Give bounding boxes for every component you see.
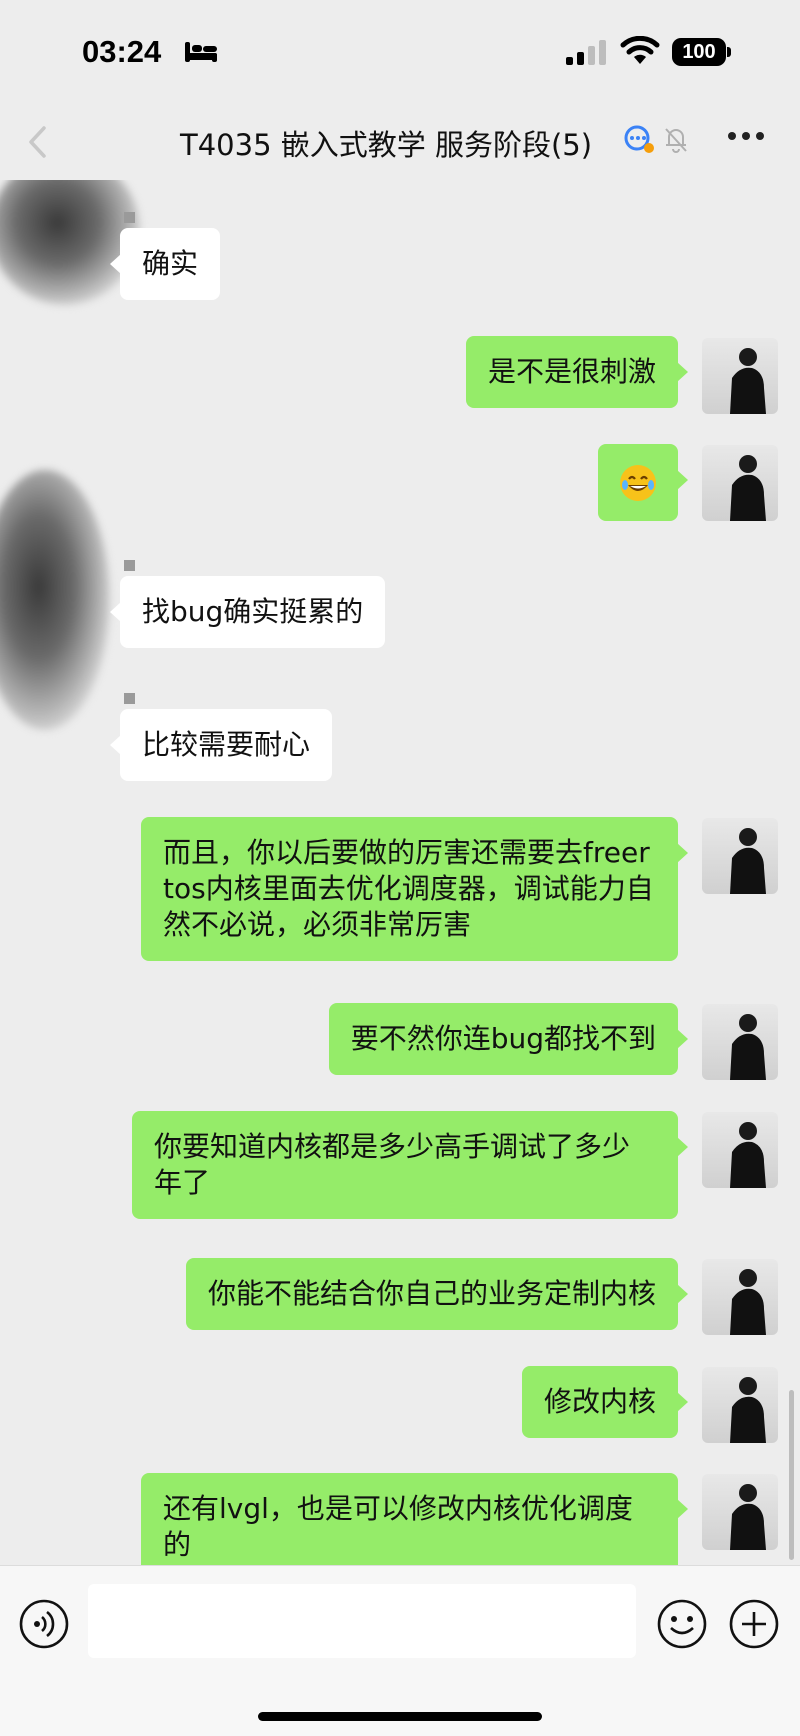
bed-icon	[185, 42, 217, 62]
outgoing-message-bubble[interactable]: 是不是很刺激	[465, 336, 689, 408]
user-avatar[interactable]	[702, 1112, 778, 1188]
back-chevron-icon[interactable]	[26, 124, 50, 160]
outgoing-message-bubble[interactable]: 你能不能结合你自己的业务定制内核	[185, 1258, 689, 1330]
avatar-figure-icon	[730, 1484, 766, 1550]
outgoing-message-bubble[interactable]: 要不然你连bug都找不到	[328, 1003, 689, 1075]
incoming-message-bubble[interactable]: 比较需要耐心	[109, 709, 333, 781]
outgoing-message-bubble[interactable]: 而且，你以后要做的厉害还需要去freertos内核里面去优化调度器，调试能力自然…	[141, 817, 688, 961]
chat-title: T4035 嵌入式教学 服务阶段(5)	[180, 128, 593, 162]
group-chat-icon	[624, 125, 654, 153]
message-input-bar	[0, 1565, 800, 1736]
sender-name-redacted	[124, 212, 135, 223]
user-avatar[interactable]	[702, 1367, 778, 1443]
incoming-message-bubble[interactable]: 确实	[109, 228, 221, 300]
chat-message-list[interactable]: 确实 是不是很刺激 找bug确实挺累的 比较需要耐心 而且，你以后要做的厉害还需…	[0, 180, 800, 1565]
mute-bell-icon	[665, 128, 687, 153]
wifi-icon	[620, 36, 660, 64]
avatar-figure-icon	[730, 1377, 766, 1443]
user-avatar[interactable]	[702, 338, 778, 414]
avatar-figure-icon	[730, 828, 766, 894]
outgoing-message-bubble[interactable]: 修改内核	[521, 1366, 689, 1438]
user-avatar[interactable]	[702, 818, 778, 894]
status-time: 03:24	[82, 34, 162, 69]
outgoing-emoji-bubble[interactable]	[598, 444, 688, 521]
blurred-avatar	[0, 180, 140, 305]
signal-icon	[566, 40, 606, 65]
more-options-icon[interactable]	[726, 130, 766, 142]
emoji-picker-icon[interactable]	[656, 1598, 708, 1650]
outgoing-message-bubble[interactable]: 还有lvgl，也是可以修改内核优化调度的	[141, 1473, 688, 1565]
tears-of-joy-emoji-icon	[620, 465, 656, 501]
home-indicator[interactable]	[258, 1712, 542, 1721]
user-avatar[interactable]	[702, 1259, 778, 1335]
avatar-figure-icon	[730, 348, 766, 414]
chat-header: T4035 嵌入式教学 服务阶段(5)	[0, 100, 800, 180]
status-bar: 03:24 100	[0, 0, 800, 100]
battery-tip	[727, 47, 731, 57]
avatar-figure-icon	[730, 1014, 766, 1080]
scroll-indicator[interactable]	[789, 1390, 794, 1560]
user-avatar[interactable]	[702, 1004, 778, 1080]
voice-input-icon[interactable]	[18, 1598, 70, 1650]
user-avatar[interactable]	[702, 445, 778, 521]
incoming-message-bubble[interactable]: 找bug确实挺累的	[109, 576, 386, 648]
user-avatar[interactable]	[702, 1474, 778, 1550]
avatar-figure-icon	[730, 1122, 766, 1188]
more-functions-plus-icon[interactable]	[728, 1598, 780, 1650]
sender-name-redacted	[124, 693, 135, 704]
sender-name-redacted	[124, 560, 135, 571]
blurred-avatar	[0, 470, 110, 730]
header-status-icons	[622, 124, 691, 158]
message-text-field[interactable]	[88, 1584, 636, 1658]
battery-indicator: 100	[672, 38, 726, 66]
avatar-figure-icon	[730, 1269, 766, 1335]
outgoing-message-bubble[interactable]: 你要知道内核都是多少高手调试了多少年了	[132, 1111, 688, 1219]
avatar-figure-icon	[730, 455, 766, 521]
